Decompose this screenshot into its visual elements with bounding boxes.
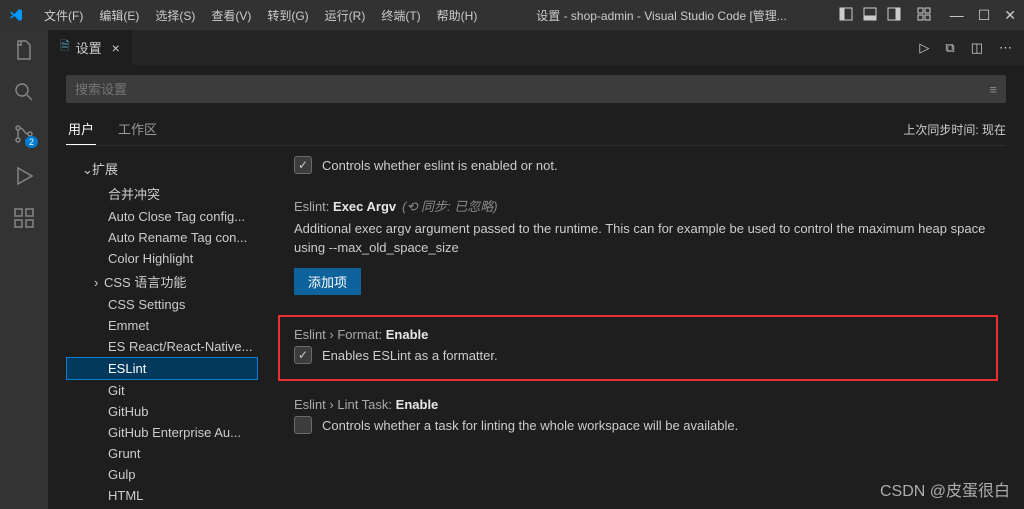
settings-file-icon: 🗎 (60, 37, 70, 58)
maximize-icon[interactable]: ☐ (978, 7, 991, 24)
menu-edit[interactable]: 编辑(E) (91, 3, 147, 28)
chevron-right-icon: › (94, 275, 104, 290)
close-icon[interactable]: ✕ (1004, 7, 1016, 24)
explorer-icon[interactable] (12, 38, 36, 62)
menu-run[interactable]: 运行(R) (317, 3, 374, 28)
search-icon[interactable] (12, 80, 36, 104)
minimize-icon[interactable]: — (950, 7, 964, 23)
setting-eslint-linttask-enable: Eslint › Lint Task: Enable Controls whet… (278, 397, 998, 436)
menu-view[interactable]: 查看(V) (203, 3, 259, 28)
settings-list: Controls whether eslint is enabled or no… (258, 156, 1006, 509)
titlebar: 文件(F) 编辑(E) 选择(S) 查看(V) 转到(G) 运行(R) 终端(T… (0, 0, 1024, 30)
editor-tabs: 🗎 设置 × ▷ ⧉ ◫ ⋯ (48, 30, 1024, 65)
setting-title: Eslint › Format: Enable (294, 327, 982, 342)
clear-icon[interactable]: ≡ (989, 82, 997, 97)
settings-toc: ⌄扩展 合并冲突 Auto Close Tag config... Auto R… (66, 156, 258, 509)
setting-desc: Controls whether a task for linting the … (322, 416, 738, 436)
more-icon[interactable]: ⋯ (999, 40, 1012, 56)
setting-eslint-enable: Controls whether eslint is enabled or no… (278, 156, 998, 176)
layout-icon[interactable] (886, 6, 902, 25)
menu-file[interactable]: 文件(F) (36, 3, 91, 28)
toc-item[interactable]: Git (66, 380, 258, 401)
chevron-down-icon: ⌄ (82, 162, 92, 178)
scope-user[interactable]: 用户 (66, 113, 96, 145)
setting-title: Eslint: Exec Argv(⟲ 同步: 已忽略) (294, 196, 998, 215)
setting-eslint-exec-argv: Eslint: Exec Argv(⟲ 同步: 已忽略) Additional … (278, 196, 998, 295)
add-item-button[interactable]: 添加项 (294, 268, 361, 295)
toc-item[interactable]: 合并冲突 (66, 181, 258, 206)
activity-bar: 2 (0, 30, 48, 509)
extensions-icon[interactable] (12, 206, 36, 230)
window-title: 设置 - shop-admin - Visual Studio Code [管理… (485, 7, 837, 24)
checkbox-eslint-linttask-enable[interactable] (294, 416, 312, 434)
source-control-icon[interactable]: 2 (12, 122, 36, 146)
scope-workspace[interactable]: 工作区 (116, 113, 159, 145)
setting-title: Eslint › Lint Task: Enable (294, 397, 998, 412)
window-controls: — ☐ ✕ (950, 7, 1016, 24)
toc-item[interactable]: HTML (66, 485, 258, 506)
setting-desc: Controls whether eslint is enabled or no… (322, 156, 558, 176)
tab-settings[interactable]: 🗎 设置 × (48, 30, 133, 65)
split-icon[interactable]: ⧉ (945, 40, 954, 56)
layout-split-icon[interactable]: ◫ (971, 40, 983, 56)
editor-actions: ▷ ⧉ ◫ ⋯ (919, 40, 1024, 56)
toc-item[interactable]: CSS Settings (66, 294, 258, 315)
checkbox-eslint-format-enable[interactable] (294, 346, 312, 364)
toc-item[interactable]: Auto Close Tag config... (66, 206, 258, 227)
scm-badge: 2 (25, 136, 38, 148)
setting-desc: Enables ESLint as a formatter. (322, 346, 498, 366)
toc-extensions[interactable]: ⌄扩展 (66, 156, 258, 181)
tab-close-icon[interactable]: × (112, 40, 120, 56)
menu-select[interactable]: 选择(S) (147, 3, 203, 28)
highlighted-setting: Eslint › Format: Enable Enables ESLint a… (278, 315, 998, 382)
layout-icon[interactable] (838, 6, 854, 25)
layout-controls (838, 6, 932, 25)
menu-terminal[interactable]: 终端(T) (373, 3, 428, 28)
vscode-logo-icon (8, 7, 24, 23)
run-icon[interactable]: ▷ (919, 40, 929, 56)
sync-ignore-icon: (⟲ 同步: 已忽略) (402, 199, 497, 214)
scope-row: 用户 工作区 上次同步时间: 现在 (66, 113, 1006, 146)
toc-item[interactable]: Auto Rename Tag con... (66, 227, 258, 248)
setting-desc: Additional exec argv argument passed to … (294, 219, 998, 258)
toc-item[interactable]: Color Highlight (66, 248, 258, 269)
toc-item[interactable]: Grunt (66, 443, 258, 464)
toc-item[interactable]: GitHub (66, 401, 258, 422)
menubar: 文件(F) 编辑(E) 选择(S) 查看(V) 转到(G) 运行(R) 终端(T… (36, 3, 485, 28)
settings-search[interactable]: ≡ (66, 75, 1006, 103)
toc-item[interactable]: Gulp (66, 464, 258, 485)
toc-item[interactable]: Emmet (66, 315, 258, 336)
run-debug-icon[interactable] (12, 164, 36, 188)
layout-icon[interactable] (862, 6, 878, 25)
search-input[interactable] (75, 82, 989, 97)
toc-item[interactable]: GitHub Enterprise Au... (66, 422, 258, 443)
layout-icon[interactable] (916, 6, 932, 25)
toc-item[interactable]: ES React/React-Native... (66, 336, 258, 357)
checkbox-eslint-enable[interactable] (294, 156, 312, 174)
menu-go[interactable]: 转到(G) (259, 3, 316, 28)
tab-label: 设置 (76, 38, 102, 57)
toc-item[interactable]: ›CSS 语言功能 (66, 269, 258, 294)
menu-help[interactable]: 帮助(H) (429, 3, 486, 28)
toc-item-eslint[interactable]: ESLint (66, 357, 258, 380)
sync-status: 上次同步时间: 现在 (903, 121, 1006, 138)
